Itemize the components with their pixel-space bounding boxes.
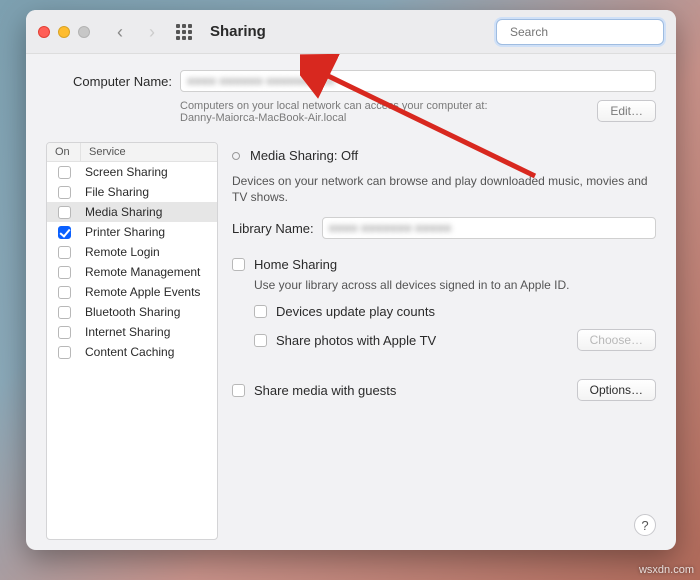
- computer-name-value: ■■■■ ■■■■■■ ■■■■■■■ ■■: [181, 71, 655, 91]
- service-checkbox[interactable]: [58, 226, 71, 239]
- status-indicator-icon: [232, 152, 240, 160]
- service-checkbox[interactable]: [58, 326, 71, 339]
- service-label: Content Caching: [81, 345, 217, 359]
- share-guests-label: Share media with guests: [254, 383, 396, 398]
- service-row[interactable]: Content Caching: [47, 342, 217, 362]
- minimize-icon[interactable]: [58, 26, 70, 38]
- col-on: On: [47, 143, 81, 161]
- grid-icon: [176, 24, 192, 40]
- library-name-label: Library Name:: [232, 221, 314, 236]
- share-guests-checkbox[interactable]: [232, 384, 245, 397]
- service-row[interactable]: Bluetooth Sharing: [47, 302, 217, 322]
- service-row[interactable]: Remote Apple Events: [47, 282, 217, 302]
- computer-name-sub: Computers on your local network can acce…: [180, 100, 656, 124]
- computer-name-field[interactable]: ■■■■ ■■■■■■ ■■■■■■■ ■■: [180, 70, 656, 92]
- library-name-field[interactable]: ■■■■ ■■■■■■■ ■■■■■: [322, 217, 656, 239]
- service-row[interactable]: Screen Sharing: [47, 162, 217, 182]
- computer-name-row: Computer Name: ■■■■ ■■■■■■ ■■■■■■■ ■■: [46, 70, 656, 92]
- service-label: Screen Sharing: [81, 165, 217, 179]
- options-button[interactable]: Options…: [577, 379, 656, 401]
- service-label: Remote Apple Events: [81, 285, 217, 299]
- show-all-button[interactable]: [172, 20, 196, 44]
- service-checkbox[interactable]: [58, 286, 71, 299]
- help-button[interactable]: ?: [634, 514, 656, 536]
- services-table: On Service Screen Sharing File Sharing Med…: [46, 142, 218, 540]
- service-desc: Devices on your network can browse and p…: [232, 173, 656, 205]
- computer-name-label: Computer Name:: [46, 74, 172, 89]
- window-title: Sharing: [210, 23, 266, 40]
- home-sharing-checkbox[interactable]: [232, 258, 245, 271]
- close-icon[interactable]: [38, 26, 50, 38]
- share-photos-checkbox[interactable]: [254, 334, 267, 347]
- col-service: Service: [81, 143, 217, 161]
- computer-name-subtext-1: Computers on your local network can acce…: [180, 100, 488, 112]
- service-label: Printer Sharing: [81, 225, 217, 239]
- services-header: On Service: [47, 143, 217, 162]
- prefs-window: ‹ › Sharing Computer Name: ■■■■ ■■■■■■ ■…: [26, 10, 676, 550]
- forward-button: ›: [140, 20, 164, 44]
- service-row[interactable]: Remote Management: [47, 262, 217, 282]
- service-checkbox[interactable]: [58, 166, 71, 179]
- service-checkbox[interactable]: [58, 186, 71, 199]
- titlebar: ‹ › Sharing: [26, 10, 676, 54]
- service-label: Bluetooth Sharing: [81, 305, 217, 319]
- service-checkbox[interactable]: [58, 206, 71, 219]
- service-checkbox[interactable]: [58, 266, 71, 279]
- service-status: Media Sharing: Off: [250, 148, 358, 163]
- share-photos-label: Share photos with Apple TV: [276, 333, 436, 348]
- edit-button[interactable]: Edit…: [597, 100, 656, 122]
- service-checkbox[interactable]: [58, 306, 71, 319]
- service-row[interactable]: File Sharing: [47, 182, 217, 202]
- service-label: Media Sharing: [81, 205, 217, 219]
- service-checkbox[interactable]: [58, 346, 71, 359]
- pane-body: Computer Name: ■■■■ ■■■■■■ ■■■■■■■ ■■ Co…: [26, 54, 676, 550]
- service-label: File Sharing: [81, 185, 217, 199]
- service-row[interactable]: Printer Sharing: [47, 222, 217, 242]
- play-counts-checkbox[interactable]: [254, 305, 267, 318]
- back-button[interactable]: ‹: [108, 20, 132, 44]
- service-label: Internet Sharing: [81, 325, 217, 339]
- zoom-icon: [78, 26, 90, 38]
- watermark: wsxdn.com: [639, 564, 694, 576]
- service-row[interactable]: Internet Sharing: [47, 322, 217, 342]
- service-label: Remote Management: [81, 265, 217, 279]
- home-sharing-desc: Use your library across all devices sign…: [254, 278, 656, 292]
- computer-name-subtext-2: Danny-Maiorca-MacBook-Air.local: [180, 112, 346, 124]
- detail-pane: Media Sharing: Off Devices on your netwo…: [232, 142, 656, 540]
- play-counts-label: Devices update play counts: [276, 304, 435, 319]
- service-checkbox[interactable]: [58, 246, 71, 259]
- service-row[interactable]: Remote Login: [47, 242, 217, 262]
- library-name-value: ■■■■ ■■■■■■■ ■■■■■: [323, 218, 655, 238]
- search-input[interactable]: [508, 24, 667, 40]
- service-label: Remote Login: [81, 245, 217, 259]
- service-row[interactable]: Media Sharing: [47, 202, 217, 222]
- home-sharing-label: Home Sharing: [254, 257, 337, 272]
- choose-button: Choose…: [577, 329, 656, 351]
- search-field[interactable]: [496, 19, 664, 45]
- window-controls: [38, 26, 90, 38]
